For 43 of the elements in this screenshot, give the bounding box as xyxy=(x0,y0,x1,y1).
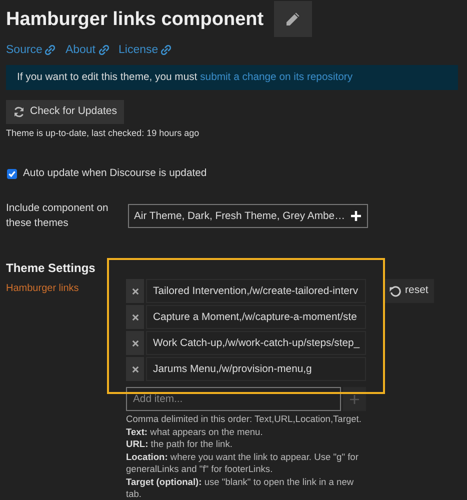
link[interactable]: License xyxy=(118,42,172,60)
theme-selector[interactable]: Air Theme, Dark, Fresh Theme, Grey Ambe… xyxy=(128,204,368,228)
help-text: Location: where you want the link to appear. Use "g" for generalLinks and "f" for footerLinks. xyxy=(126,450,360,476)
remove-button[interactable] xyxy=(126,357,144,382)
help-text: Text: what appears on the menu. xyxy=(126,426,264,438)
link-icon xyxy=(98,44,108,55)
undo-icon xyxy=(389,285,401,298)
link-icon xyxy=(161,44,172,55)
plus-icon xyxy=(350,210,362,222)
plus-icon xyxy=(350,394,359,404)
checkbox-label: Auto update when Discourse is updated xyxy=(23,166,207,181)
link[interactable]: Source xyxy=(6,42,56,60)
item-field[interactable]: Work Catch-up,/w/work-catch-up/steps/step_ xyxy=(146,331,366,356)
remove-button[interactable] xyxy=(126,305,144,330)
remove-button[interactable] xyxy=(126,279,144,304)
help-text: Target (optional): use "blank" to open the link in a new tab. xyxy=(126,476,355,500)
link-icon xyxy=(45,44,56,55)
item-field[interactable]: Capture a Moment,/w/capture-a-moment/ste xyxy=(146,305,366,330)
check-updates-button[interactable]: Check for Updates xyxy=(6,100,124,124)
page-title: Hamburger links component xyxy=(6,8,264,32)
add-item-field[interactable]: Add item... xyxy=(126,387,341,412)
close-icon xyxy=(132,314,138,321)
close-icon xyxy=(132,366,138,373)
edit-button[interactable] xyxy=(274,1,312,37)
help-text: URL: the path for the link. xyxy=(126,438,234,451)
setting-name: Hamburger links xyxy=(6,282,80,296)
checkbox[interactable] xyxy=(7,168,17,179)
section-heading: Theme Settings xyxy=(6,260,96,278)
reset-button[interactable]: reset xyxy=(383,279,434,304)
help-text: Comma delimited in this order: Text,URL,Location,Target. xyxy=(126,413,362,426)
pencil-icon xyxy=(284,11,301,27)
item-field[interactable]: Tailored Intervention,/w/create-tailored-interv xyxy=(146,279,366,304)
add-button[interactable] xyxy=(343,387,366,412)
include-label: Include component on these themes xyxy=(6,202,110,232)
close-icon xyxy=(132,288,138,295)
item-field[interactable]: Jarums Menu,/w/provision-menu,g xyxy=(146,357,366,382)
update-status: Theme is up-to-date, last checked: 19 hours ago xyxy=(6,127,200,140)
link[interactable]: About xyxy=(65,42,108,60)
close-icon xyxy=(132,340,138,347)
refresh-icon xyxy=(13,106,25,118)
banner-text: If you want to edit this theme, you must submit a change on its repository xyxy=(17,70,353,85)
remove-button[interactable] xyxy=(126,331,144,356)
repository-link[interactable]: submit a change on its repository xyxy=(200,72,353,83)
